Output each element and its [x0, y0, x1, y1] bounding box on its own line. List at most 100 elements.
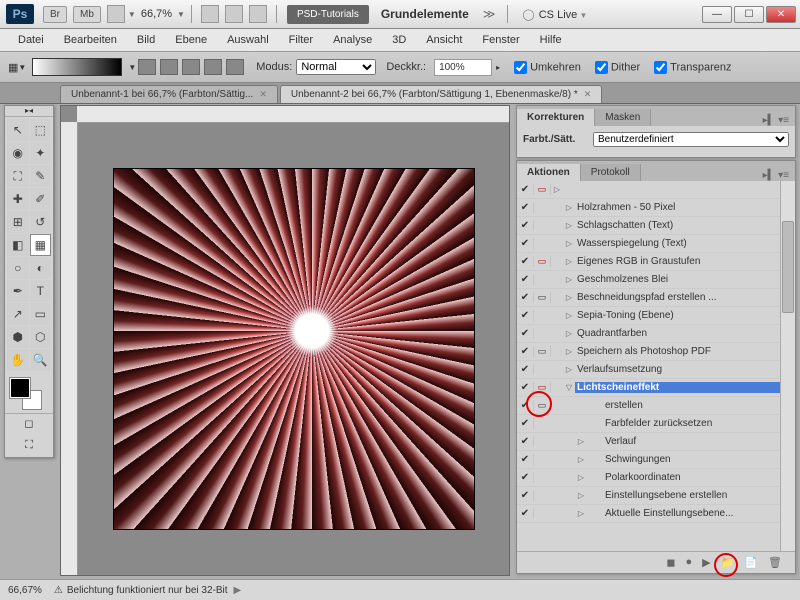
gradient-preview[interactable]: [32, 58, 122, 76]
action-row[interactable]: ✔▷Geschmolzenes Blei: [517, 271, 795, 289]
expand-icon[interactable]: ▽: [563, 383, 575, 392]
gradient-linear-icon[interactable]: [138, 59, 156, 75]
close-tab-icon[interactable]: ✕: [259, 89, 267, 100]
action-row[interactable]: ✔▭▷Eigenes RGB in Graustufen: [517, 253, 795, 271]
shape-tool[interactable]: ▭: [30, 303, 52, 325]
eraser-tool[interactable]: ◧: [7, 234, 29, 256]
action-row[interactable]: ✔▭▽Lichtscheineffekt: [517, 379, 795, 397]
action-dialog-icon[interactable]: ▭: [534, 292, 551, 303]
menu-3d[interactable]: 3D: [382, 34, 416, 46]
tool-icon-1[interactable]: [201, 5, 219, 23]
action-row[interactable]: ✔▷Sepia-Toning (Ebene): [517, 307, 795, 325]
action-row[interactable]: ✔▷Verlaufsumsetzung: [517, 361, 795, 379]
action-row[interactable]: ✔▭▷: [517, 181, 795, 199]
action-toggle[interactable]: ✔: [517, 220, 534, 231]
cslive-button[interactable]: CS Live: [522, 8, 587, 21]
dither-check[interactable]: Dither: [591, 58, 640, 77]
play-icon[interactable]: ▶: [702, 556, 710, 569]
status-zoom[interactable]: 66,67%: [8, 585, 42, 596]
record-icon[interactable]: ●: [686, 556, 693, 568]
hand-tool[interactable]: ✋: [7, 349, 29, 371]
expand-icon[interactable]: ▷: [563, 329, 575, 338]
trash-icon[interactable]: 🗑: [768, 556, 782, 569]
action-row[interactable]: ✔▷Aktuelle Einstellungsebene...: [517, 505, 795, 523]
action-row[interactable]: ✔▷Quadrantfarben: [517, 325, 795, 343]
tool-icon-3[interactable]: [249, 5, 267, 23]
menu-ebene[interactable]: Ebene: [165, 34, 217, 46]
action-toggle[interactable]: ✔: [517, 382, 534, 393]
menu-bearbeiten[interactable]: Bearbeiten: [54, 34, 127, 46]
pen-tool[interactable]: ✒: [7, 280, 29, 302]
color-swatches[interactable]: [5, 373, 53, 413]
dodge-tool[interactable]: ◐: [30, 257, 52, 279]
toolbox-handle[interactable]: ▸◂: [5, 106, 53, 117]
action-row[interactable]: ✔▷Schlagschatten (Text): [517, 217, 795, 235]
action-toggle[interactable]: ✔: [517, 400, 534, 411]
workspace-selector[interactable]: PSD-Tutorials: [287, 5, 369, 24]
expand-icon[interactable]: ▷: [575, 509, 587, 518]
stop-icon[interactable]: ◼: [666, 556, 675, 569]
action-toggle[interactable]: ✔: [517, 472, 534, 483]
action-row[interactable]: ✔▷Holzrahmen - 50 Pixel: [517, 199, 795, 217]
new-set-icon[interactable]: 📁: [721, 556, 735, 569]
expand-icon[interactable]: ▷: [563, 365, 575, 374]
tool-preset-icon[interactable]: ▦: [8, 61, 18, 74]
action-dialog-icon[interactable]: ▭: [534, 400, 551, 411]
crop-tool[interactable]: ⛶: [7, 165, 29, 187]
close-tab-icon[interactable]: ✕: [584, 89, 592, 100]
action-toggle[interactable]: ✔: [517, 274, 534, 285]
menu-fenster[interactable]: Fenster: [472, 34, 529, 46]
expand-icon[interactable]: ▷: [575, 437, 587, 446]
expand-icon[interactable]: ▷: [575, 491, 587, 500]
menu-datei[interactable]: Datei: [8, 34, 54, 46]
lasso-tool[interactable]: ◉: [7, 142, 29, 164]
arrange-icon[interactable]: [107, 5, 125, 23]
gradient-angle-icon[interactable]: [182, 59, 200, 75]
expand-icon[interactable]: ▷: [563, 311, 575, 320]
expand-icon[interactable]: ▷: [575, 455, 587, 464]
expand-icon[interactable]: ▷: [551, 185, 563, 194]
marquee-tool[interactable]: ⬚: [30, 119, 52, 141]
umkehren-check[interactable]: Umkehren: [510, 58, 581, 77]
screenmode-icon[interactable]: ⛶: [5, 439, 53, 457]
action-toggle[interactable]: ✔: [517, 436, 534, 447]
canvas-viewport[interactable]: [78, 123, 509, 575]
tab-korrekturen[interactable]: Korrekturen: [517, 109, 595, 126]
expand-icon[interactable]: ▷: [563, 221, 575, 230]
stamp-tool[interactable]: ⊞: [7, 211, 29, 233]
action-dialog-icon[interactable]: ▭: [534, 346, 551, 357]
action-toggle[interactable]: ✔: [517, 238, 534, 249]
action-toggle[interactable]: ✔: [517, 346, 534, 357]
maximize-button[interactable]: ☐: [734, 6, 764, 23]
action-dialog-icon[interactable]: ▭: [534, 256, 551, 267]
move-tool[interactable]: ↖: [7, 119, 29, 141]
heal-tool[interactable]: ✚: [7, 188, 29, 210]
menu-bild[interactable]: Bild: [127, 34, 165, 46]
expand-icon[interactable]: ▷: [563, 239, 575, 248]
expand-icon[interactable]: ▷: [563, 275, 575, 284]
action-dialog-icon[interactable]: ▭: [534, 184, 551, 195]
menu-analyse[interactable]: Analyse: [323, 34, 382, 46]
scrollbar[interactable]: [780, 181, 795, 551]
expand-icon[interactable]: ▷: [563, 203, 575, 212]
new-action-icon[interactable]: 📄: [744, 556, 758, 569]
brush-tool[interactable]: ✐: [30, 188, 52, 210]
preset-select[interactable]: Benutzerdefiniert: [593, 132, 789, 147]
deckkraft-value[interactable]: 100%: [434, 59, 492, 76]
gradient-diamond-icon[interactable]: [226, 59, 244, 75]
tab-masken[interactable]: Masken: [595, 109, 651, 126]
action-toggle[interactable]: ✔: [517, 418, 534, 429]
action-toggle[interactable]: ✔: [517, 256, 534, 267]
action-toggle[interactable]: ✔: [517, 490, 534, 501]
ruler-horizontal[interactable]: [77, 106, 509, 123]
action-toggle[interactable]: ✔: [517, 202, 534, 213]
action-toggle[interactable]: ✔: [517, 310, 534, 321]
action-row[interactable]: ✔Farbfelder zurücksetzen: [517, 415, 795, 433]
quickmask-icon[interactable]: ◻: [5, 413, 53, 439]
type-tool[interactable]: T: [30, 280, 52, 302]
history-tool[interactable]: ↺: [30, 211, 52, 233]
expand-icon[interactable]: ▷: [563, 347, 575, 356]
action-row[interactable]: ✔▷Schwingungen: [517, 451, 795, 469]
blur-tool[interactable]: ○: [7, 257, 29, 279]
actions-list[interactable]: ✔▭▷✔▷Holzrahmen - 50 Pixel✔▷Schlagschatt…: [517, 181, 795, 551]
